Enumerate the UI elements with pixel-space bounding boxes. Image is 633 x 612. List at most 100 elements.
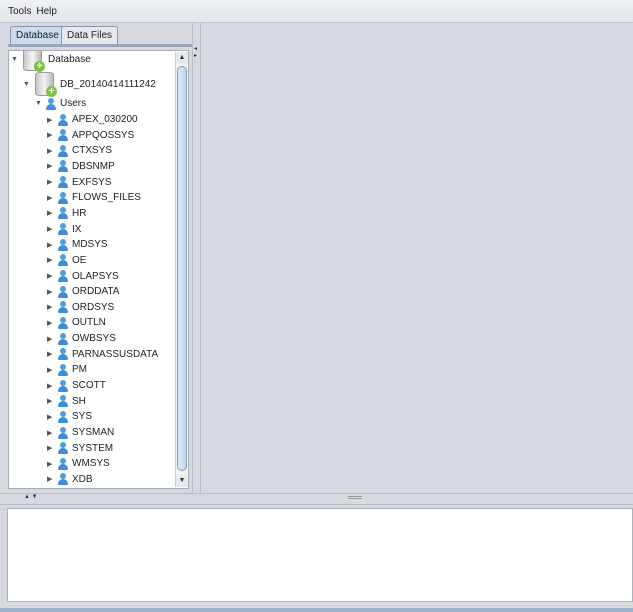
tree-node-label: OE (72, 254, 87, 266)
menu-tools[interactable]: Tools (8, 6, 31, 17)
expand-icon[interactable]: ▶ (47, 303, 57, 311)
expand-icon[interactable]: ▶ (47, 225, 57, 233)
tree-node-user[interactable]: ▶ PM (47, 362, 87, 377)
tree-node-user[interactable]: ▶ APEX_030200 (47, 112, 138, 127)
tree-node-user[interactable]: ▶ MDSYS (47, 237, 108, 252)
tree-node-user[interactable]: ▶ APPQOSSYS (47, 128, 134, 143)
expand-icon[interactable]: ▶ (47, 397, 57, 405)
user-icon (57, 316, 69, 329)
tree-node-user[interactable]: ▶ IX (47, 222, 81, 237)
tree-node-user[interactable]: ▶ EXFSYS (47, 175, 111, 190)
expand-icon[interactable]: ▶ (47, 178, 57, 186)
tree-node-label: CTXSYS (72, 145, 113, 157)
tree-node-label: XDB (72, 473, 93, 485)
user-icon (57, 379, 69, 392)
tree-node-users[interactable]: ▼ Users (35, 96, 86, 111)
user-icon (57, 442, 69, 455)
tree-node-label: SYS (72, 411, 93, 423)
user-icon (57, 410, 69, 423)
tree-node-label: OWBSYS (72, 333, 116, 345)
tree-node-user[interactable]: ▶ SH (47, 394, 86, 409)
vertical-splitter[interactable]: ◂ ▸ (192, 23, 201, 494)
menu-help[interactable]: Help (36, 6, 57, 17)
tree-node-label: APEX_030200 (72, 114, 138, 125)
expand-icon[interactable]: ▶ (47, 460, 57, 468)
user-icon (57, 332, 69, 345)
scroll-up-icon[interactable]: ▲ (176, 52, 188, 64)
expand-icon[interactable]: ▶ (47, 209, 57, 217)
collapse-arrows-icon[interactable]: ▲ ▼ (24, 494, 38, 500)
expand-icon[interactable]: ▶ (47, 194, 57, 202)
expand-icon[interactable]: ▼ (11, 56, 21, 63)
expand-icon[interactable]: ▶ (47, 335, 57, 343)
tree-node-user[interactable]: ▶ SCOTT (47, 378, 106, 393)
tree-node-user[interactable]: ▶ CTXSYS (47, 143, 112, 158)
user-icon (57, 238, 69, 251)
scroll-thumb[interactable] (177, 66, 187, 471)
expand-icon[interactable]: ▶ (47, 319, 57, 327)
collapse-arrows-icon[interactable]: ◂ ▸ (194, 46, 197, 60)
tree-node-label: DB_20140414111242 (60, 78, 156, 90)
expand-icon[interactable]: ▶ (47, 413, 57, 421)
tree-node-user[interactable]: ▶ SYSTEM (47, 441, 113, 456)
expand-icon[interactable]: ▶ (47, 272, 57, 280)
user-icon (57, 395, 69, 408)
tree-node-user[interactable]: ▶ OE (47, 253, 86, 268)
user-icon (57, 176, 69, 189)
user-icon (57, 254, 69, 267)
scroll-down-icon[interactable]: ▼ (176, 475, 188, 487)
tree-node-user[interactable]: ▶ DBSNMP (47, 159, 115, 174)
user-icon (57, 270, 69, 282)
expand-icon[interactable]: ▶ (47, 382, 57, 390)
expand-icon[interactable]: ▶ (47, 429, 57, 437)
tree-node-label: SYSMAN (72, 427, 115, 438)
tree-node-user[interactable]: ▶ OUTLN (47, 315, 106, 330)
expand-icon[interactable]: ▶ (47, 131, 57, 139)
output-panel[interactable] (7, 508, 633, 602)
tree-node-label: APPQOSSYS (72, 129, 135, 141)
tree-node-user[interactable]: ▶ FLOWS_FILES (47, 190, 141, 205)
tab-underline (8, 44, 193, 47)
expand-icon[interactable]: ▶ (47, 162, 57, 170)
tree-scrollbar[interactable]: ▲ ▼ (175, 52, 188, 487)
tree-node-label: OUTLN (72, 317, 106, 329)
expand-icon[interactable]: ▶ (47, 256, 57, 264)
horizontal-splitter[interactable]: ▲ ▼ (0, 493, 633, 505)
database-icon (23, 51, 45, 72)
tree-node-user[interactable]: ▶ SYS (47, 409, 92, 424)
expand-icon[interactable]: ▶ (47, 350, 57, 358)
tree-node-label: Users (60, 98, 87, 109)
database-tree[interactable]: ▼ Database ▼ DB_20140414111242 ▼ Users ▶… (8, 50, 189, 489)
tree-node-user[interactable]: ▶ XDB (47, 472, 93, 487)
tree-node-label: ORDDATA (72, 286, 120, 298)
user-icon (57, 426, 69, 439)
tree-node-label: MDSYS (72, 239, 108, 251)
tree-node-user[interactable]: ▶ WMSYS (47, 456, 110, 471)
tree-node-db[interactable]: ▼ DB_20140414111242 (23, 71, 156, 97)
expand-icon[interactable]: ▶ (47, 116, 57, 124)
tree-node-user[interactable]: ▶ HR (47, 206, 86, 221)
tree-node-database[interactable]: ▼ Database (11, 51, 91, 72)
expand-icon[interactable]: ▶ (47, 444, 57, 452)
tree-node-user[interactable]: ▶ ORDDATA (47, 284, 119, 299)
expand-icon[interactable]: ▶ (47, 288, 57, 296)
tree-node-user[interactable]: ▶ SYSMAN (47, 425, 114, 440)
tab-data-files[interactable]: Data Files (61, 26, 119, 45)
tree-node-user[interactable]: ▶ ORDSYS (47, 300, 114, 315)
user-icon (57, 113, 69, 126)
tree-node-user[interactable]: ▶ OWBSYS (47, 331, 116, 346)
user-icon (57, 223, 69, 236)
expand-icon[interactable]: ▼ (23, 81, 33, 88)
splitter-grip-icon[interactable] (348, 496, 362, 499)
database-icon (35, 72, 57, 97)
tab-database[interactable]: Database (10, 26, 65, 45)
user-icon (57, 285, 69, 298)
expand-icon[interactable]: ▶ (47, 147, 57, 155)
expand-icon[interactable]: ▶ (47, 241, 57, 249)
tree-node-user[interactable]: ▶ OLAPSYS (47, 269, 119, 284)
expand-icon[interactable]: ▼ (35, 100, 45, 107)
user-icon (57, 457, 69, 470)
expand-icon[interactable]: ▶ (47, 475, 57, 483)
tree-node-user[interactable]: ▶ PARNASSUSDATA (47, 347, 158, 362)
expand-icon[interactable]: ▶ (47, 366, 57, 374)
